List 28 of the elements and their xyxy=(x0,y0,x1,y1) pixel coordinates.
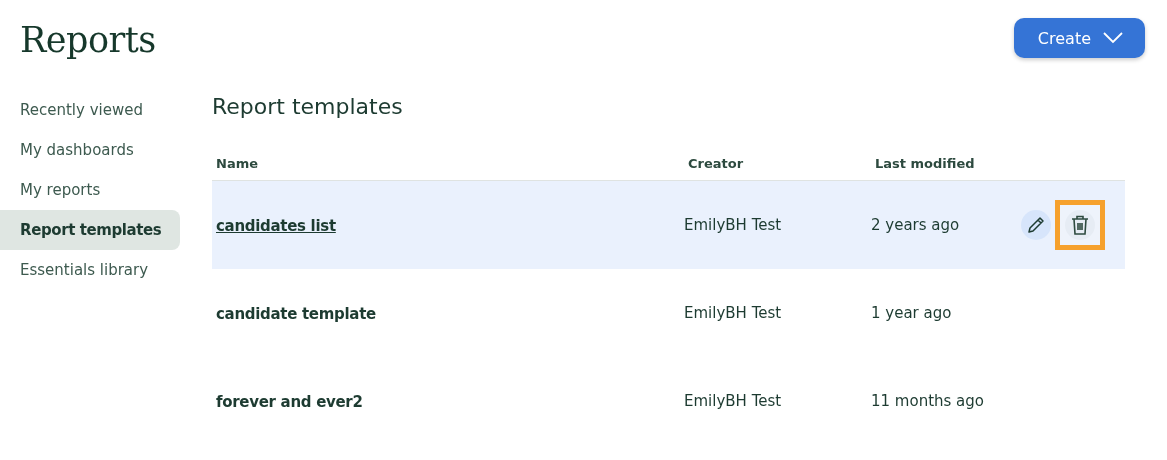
table-row[interactable]: forever and ever2 EmilyBH Test 11 months ago xyxy=(212,357,1125,445)
page-title: Reports xyxy=(20,20,156,60)
sidebar-item[interactable]: Essentials library xyxy=(0,250,180,290)
template-name-link[interactable]: candidates list xyxy=(212,216,336,235)
column-header: Creator xyxy=(687,155,745,171)
template-name-link[interactable]: forever and ever2 xyxy=(212,392,363,411)
pencil-icon xyxy=(1026,215,1046,235)
sidebar-item[interactable]: My dashboards xyxy=(0,130,180,170)
column-header: Last modified xyxy=(874,155,976,171)
edit-button[interactable] xyxy=(1021,210,1051,240)
table-cell-text: EmilyBH Test xyxy=(684,304,783,322)
table-row[interactable]: candidates list EmilyBH Test 2 years ago xyxy=(212,181,1125,269)
create-button[interactable]: Create xyxy=(1013,18,1145,58)
delete-button[interactable] xyxy=(1065,210,1095,240)
sidebar-item[interactable]: My reports xyxy=(0,170,180,210)
template-name-link[interactable]: candidate template xyxy=(212,304,376,323)
sidebar-item[interactable]: Report templates xyxy=(0,210,180,250)
column-header: Name xyxy=(215,155,259,171)
table-cell-text: EmilyBH Test xyxy=(684,216,783,234)
chevron-down-icon xyxy=(1103,32,1123,44)
trash-icon xyxy=(1070,214,1090,236)
table-cell-text: EmilyBH Test xyxy=(684,392,783,410)
table-row[interactable]: candidate template EmilyBH Test 1 year ago xyxy=(212,269,1125,357)
table-cell-text: 2 years ago xyxy=(871,216,961,234)
table-cell-text: 11 months ago xyxy=(871,392,985,410)
table-cell-text: 1 year ago xyxy=(871,304,953,322)
sidebar-item[interactable]: Recently viewed xyxy=(0,90,180,130)
section-title: Report templates xyxy=(212,94,404,121)
